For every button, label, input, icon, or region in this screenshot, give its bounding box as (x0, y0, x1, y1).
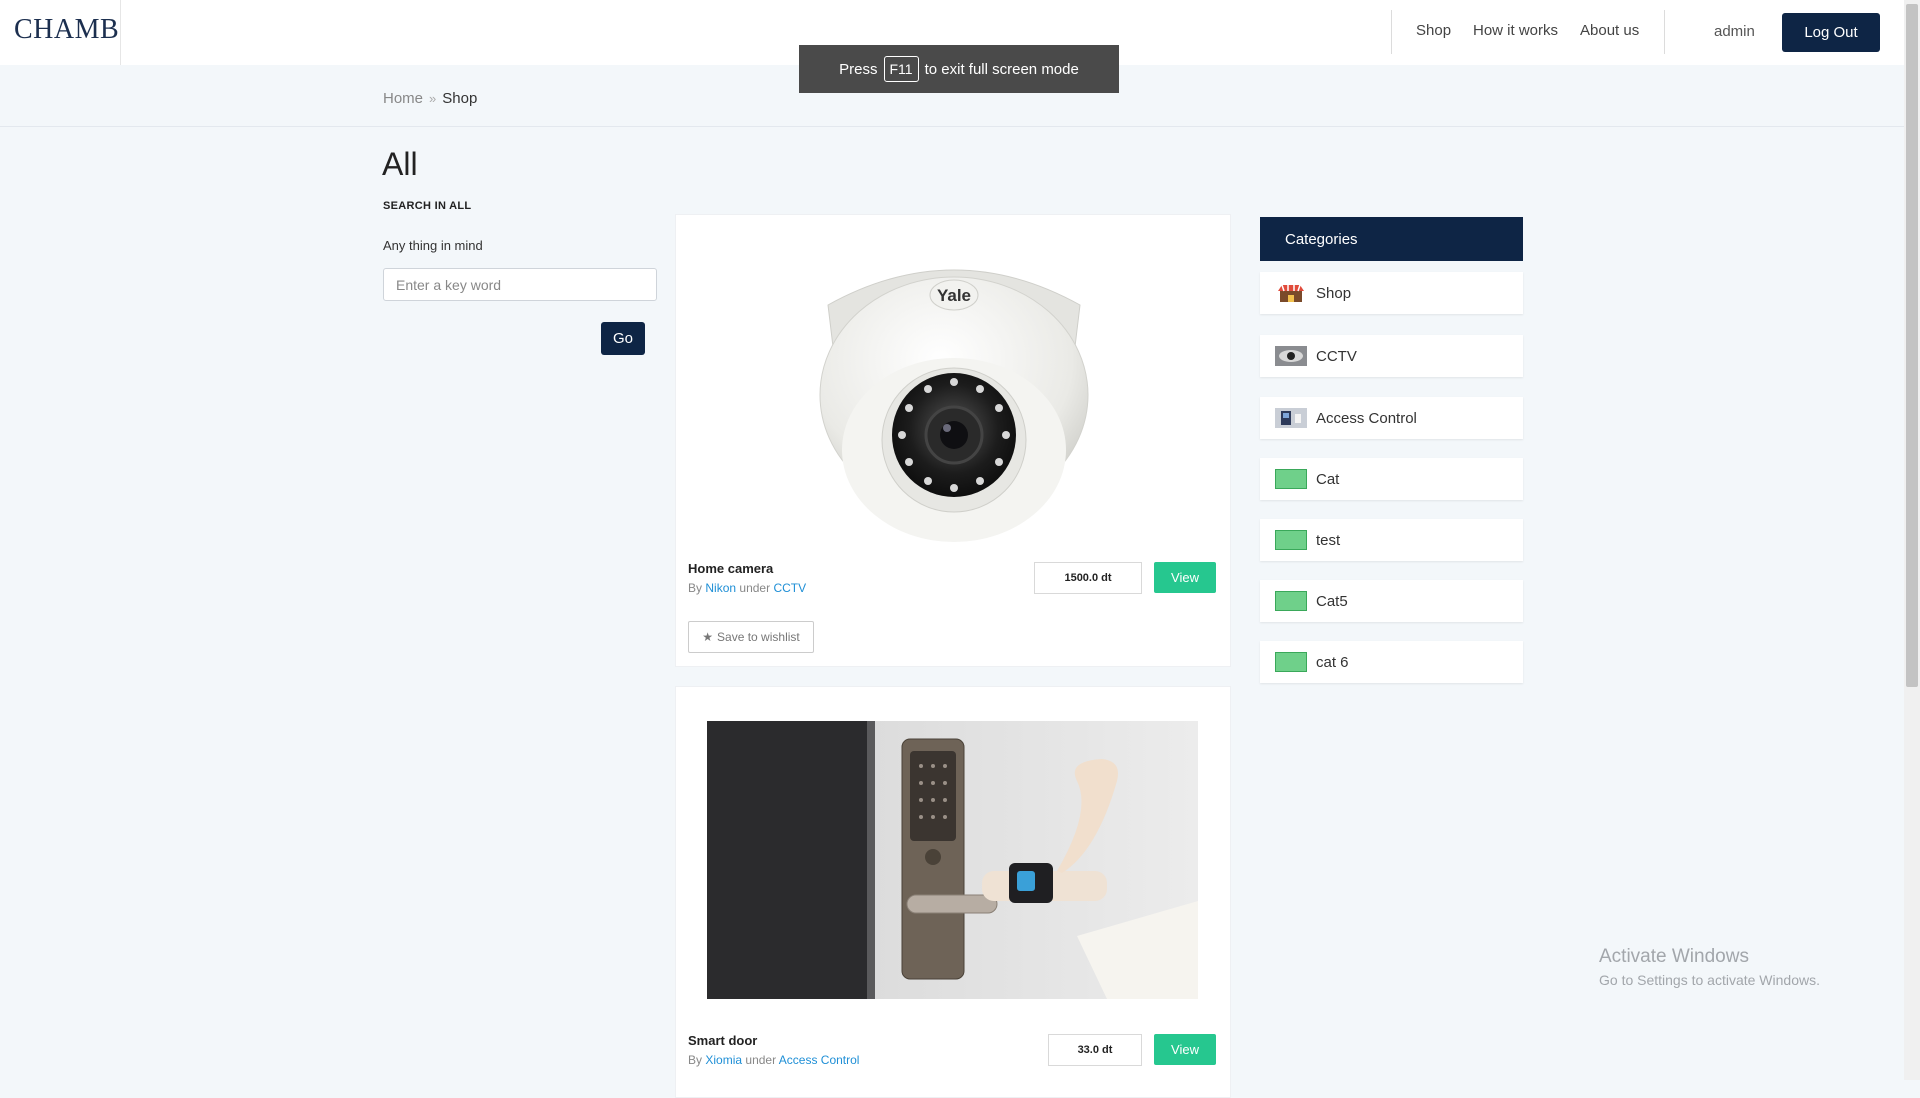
star-icon: ★ (702, 630, 714, 644)
by-label: By (688, 581, 703, 595)
activate-windows-subtitle: Go to Settings to activate Windows. (1599, 972, 1820, 988)
product-meta: By Xiomia under Access Control (688, 1053, 859, 1067)
breadcrumb-separator: » (429, 91, 437, 106)
price-tag: 1500.0 dt (1034, 562, 1142, 594)
site-logo[interactable]: CHAMB (14, 14, 119, 46)
view-button[interactable]: View (1154, 562, 1216, 593)
search-heading: SEARCH IN ALL (383, 200, 472, 212)
cctv-thumbnail (1275, 346, 1307, 366)
green-placeholder-thumbnail (1275, 652, 1307, 672)
product-name[interactable]: Home camera (688, 561, 773, 576)
under-label: under (739, 581, 771, 595)
scrollbar-thumb[interactable] (1906, 4, 1918, 687)
category-item-cat-6[interactable]: cat 6 (1260, 641, 1523, 683)
save-to-wishlist-button[interactable]: ★ Save to wishlist (688, 621, 814, 653)
logo-divider (120, 0, 121, 65)
wishlist-label: Save to wishlist (717, 630, 800, 644)
breadcrumb-bar (0, 65, 1904, 127)
search-label: Any thing in mind (383, 238, 483, 253)
category-item-test[interactable]: test (1260, 519, 1523, 561)
under-label: under (745, 1053, 777, 1067)
product-category-link[interactable]: CCTV (773, 581, 806, 595)
nav-link-how-it-works[interactable]: How it works (1473, 22, 1558, 39)
nav-divider (1391, 10, 1392, 54)
product-card: Yale Home camera By Nikon under CCTV 150… (675, 214, 1231, 667)
category-item-cat[interactable]: Cat (1260, 458, 1523, 500)
category-label: Cat5 (1316, 592, 1348, 610)
product-image[interactable] (707, 721, 1198, 999)
by-label: By (688, 1053, 703, 1067)
logout-button[interactable]: Log Out (1782, 13, 1880, 52)
category-item-shop[interactable]: Shop (1260, 272, 1523, 314)
nav-divider (1664, 10, 1665, 54)
view-button[interactable]: View (1154, 1034, 1216, 1065)
go-button[interactable]: Go (601, 322, 645, 355)
category-item-access-control[interactable]: Access Control (1260, 397, 1523, 439)
nav-link-about-us[interactable]: About us (1580, 22, 1639, 39)
nav-link-shop[interactable]: Shop (1416, 22, 1451, 39)
category-label: Shop (1316, 284, 1352, 302)
camera-brand-label: Yale (937, 286, 971, 305)
category-item-cctv[interactable]: CCTV (1260, 335, 1523, 377)
category-item-cat5[interactable]: Cat5 (1260, 580, 1523, 622)
price-tag: 33.0 dt (1048, 1034, 1142, 1066)
green-placeholder-thumbnail (1275, 530, 1307, 550)
category-label: Access Control (1316, 409, 1417, 427)
breadcrumb-current: Shop (442, 90, 478, 107)
breadcrumb-home[interactable]: Home (383, 90, 423, 107)
shop-icon (1278, 284, 1304, 302)
categories-header: Categories (1260, 217, 1523, 261)
product-name[interactable]: Smart door (688, 1033, 757, 1048)
product-brand-link[interactable]: Nikon (705, 581, 736, 595)
product-card: Smart door By Xiomia under Access Contro… (675, 686, 1231, 1098)
product-image[interactable]: Yale (804, 245, 1104, 545)
product-category-link[interactable]: Access Control (779, 1053, 860, 1067)
activate-windows-title: Activate Windows (1599, 946, 1749, 967)
product-brand-link[interactable]: Xiomia (705, 1053, 742, 1067)
access-control-thumbnail (1275, 408, 1307, 428)
search-input[interactable] (383, 268, 657, 301)
green-placeholder-thumbnail (1275, 469, 1307, 489)
page-title: All (382, 146, 418, 182)
category-label: Cat (1316, 470, 1340, 488)
user-name[interactable]: admin (1714, 23, 1755, 40)
breadcrumb: Home » Shop (383, 90, 477, 107)
category-label: cat 6 (1316, 653, 1349, 671)
category-label: test (1316, 531, 1341, 549)
category-label: CCTV (1316, 347, 1357, 365)
green-placeholder-thumbnail (1275, 591, 1307, 611)
product-meta: By Nikon under CCTV (688, 581, 806, 595)
